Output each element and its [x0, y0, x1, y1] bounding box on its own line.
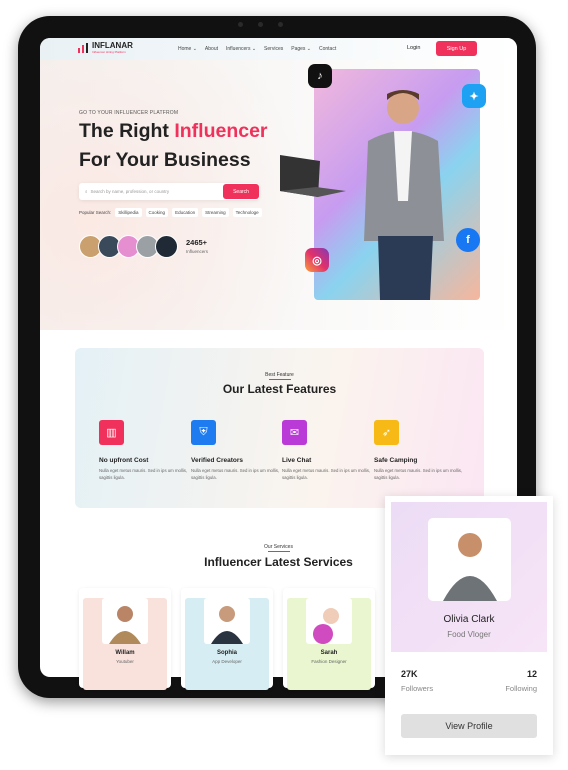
nav-contact[interactable]: Contact: [319, 46, 336, 52]
influencer-count-label: Influencers: [186, 249, 209, 254]
service-card[interactable]: Sophia App Developer: [181, 588, 273, 690]
features-eyebrow: Best Feature: [75, 372, 484, 381]
avatar-group: [79, 235, 178, 258]
feature-desc: Nulla eget metus mauris. Sed in ips um m…: [99, 468, 188, 480]
search-placeholder: Search by name, profession, or country: [90, 189, 170, 194]
tag[interactable]: Education: [172, 208, 199, 217]
influencer-photo: [306, 598, 352, 644]
feature-title: No upfront Cost: [99, 457, 149, 464]
service-role: Youtuber: [116, 659, 134, 664]
nav-home[interactable]: Home ⌄: [178, 46, 197, 52]
facebook-icon: f: [456, 228, 480, 252]
instagram-icon: ◎: [305, 248, 329, 272]
tag[interactable]: Technologe: [232, 208, 262, 217]
nav-influencers[interactable]: Influencers ⌄: [226, 46, 256, 52]
service-card[interactable]: Sarah Fashion Designer: [283, 588, 375, 690]
service-name: Sarah: [320, 650, 338, 656]
avatar: [155, 235, 178, 258]
logo[interactable]: INFLANAR Influencer Hiring Platform: [76, 41, 133, 54]
popular-label: Popular Search:: [79, 210, 112, 215]
chat-icon: ✉: [282, 420, 307, 445]
shield-icon: ⛨: [191, 420, 216, 445]
search-input[interactable]: ⌕ Search by name, profession, or country…: [79, 183, 259, 200]
hero-eyebrow: GO TO YOUR INFLUENCER PLATFROM: [79, 110, 179, 116]
nav-pages[interactable]: Pages ⌄: [291, 46, 311, 52]
feature-desc: Nulla eget metus mauris. Sed in ips um m…: [191, 468, 280, 480]
feature-item: ⛨ Verified Creators Nulla eget metus mauri…: [191, 420, 283, 481]
search-icon: ⌕: [85, 189, 88, 194]
camera-dot: [258, 22, 263, 27]
hero-title-line2: For Your Business: [79, 149, 251, 171]
hero-title-line1: The Right Influencer: [79, 120, 268, 143]
influencer-photo: [204, 598, 250, 644]
features-eyebrow-text: Best Feature: [265, 372, 294, 378]
brand-tagline: Influencer Hiring Platform: [92, 50, 126, 54]
profile-card: Olivia Clark Food Vloger 27K Followers 1…: [385, 496, 553, 755]
logo-icon: [78, 42, 88, 53]
popular-search: Popular Search: Skillipedia Cooking Educ…: [79, 208, 262, 217]
view-profile-button[interactable]: View Profile: [401, 714, 537, 738]
camera-dot: [278, 22, 283, 27]
hero-title-highlight: Influencer: [174, 120, 268, 142]
features-title: Our Latest Features: [222, 382, 337, 396]
tag[interactable]: Cooking: [145, 208, 169, 217]
feature-desc: Nulla eget metus mauris. Sed in ips um m…: [374, 468, 463, 480]
following-label: Following: [505, 684, 537, 693]
nav-about[interactable]: About: [205, 46, 218, 52]
navbar: INFLANAR Influencer Hiring Platform Home …: [40, 38, 517, 60]
following-count: 12: [526, 669, 537, 679]
followers-label: Followers: [401, 684, 434, 693]
profile-name: Olivia Clark: [443, 614, 495, 625]
features-section: Best Feature Our Latest Features ▥ No upf…: [75, 348, 484, 508]
influencer-photo: [102, 598, 148, 644]
service-card[interactable]: Willam Youtuber: [79, 588, 171, 690]
brand-name: INFLANAR: [92, 41, 133, 50]
laptop-image: [280, 155, 346, 197]
feature-item: ▥ No upfront Cost Nulla eget metus mauris.…: [99, 420, 191, 481]
services-eyebrow-text: Our Services: [264, 544, 293, 550]
feature-item: ➶ Safe Camping Nulla eget metus mauris. Se…: [374, 420, 466, 481]
service-name: Willam: [115, 650, 135, 656]
feature-title: Safe Camping: [374, 457, 418, 464]
nav-services[interactable]: Services: [264, 46, 283, 52]
influencer-count: 2465+: [186, 238, 208, 247]
tag[interactable]: Streaming: [202, 208, 229, 217]
signup-button[interactable]: Sign Up: [436, 41, 477, 56]
tiktok-icon: ♪: [308, 64, 332, 88]
chart-icon: ▥: [99, 420, 124, 445]
search-button[interactable]: Search: [223, 184, 259, 199]
login-link[interactable]: Login: [407, 45, 420, 51]
service-role: App Developer: [212, 659, 242, 664]
service-name: Sophia: [216, 650, 237, 656]
twitter-icon: ✦: [462, 84, 486, 108]
hero-title-text: The Right: [79, 120, 175, 142]
tag[interactable]: Skillipedia: [115, 208, 142, 217]
profile-photo: [428, 518, 511, 601]
rocket-icon: ➶: [374, 420, 399, 445]
hero-person-image: [364, 90, 444, 300]
feature-item: ✉ Live Chat Nulla eget metus mauris. Sed i…: [282, 420, 374, 481]
feature-title: Live Chat: [282, 457, 312, 464]
camera-dot: [238, 22, 243, 27]
profile-role: Food Vloger: [447, 630, 491, 639]
followers-count: 27K: [401, 669, 418, 679]
service-role: Fashion Designer: [311, 659, 347, 664]
feature-title: Verified Creators: [191, 457, 244, 464]
feature-desc: Nulla eget metus mauris. Sed in ips um m…: [282, 468, 371, 480]
